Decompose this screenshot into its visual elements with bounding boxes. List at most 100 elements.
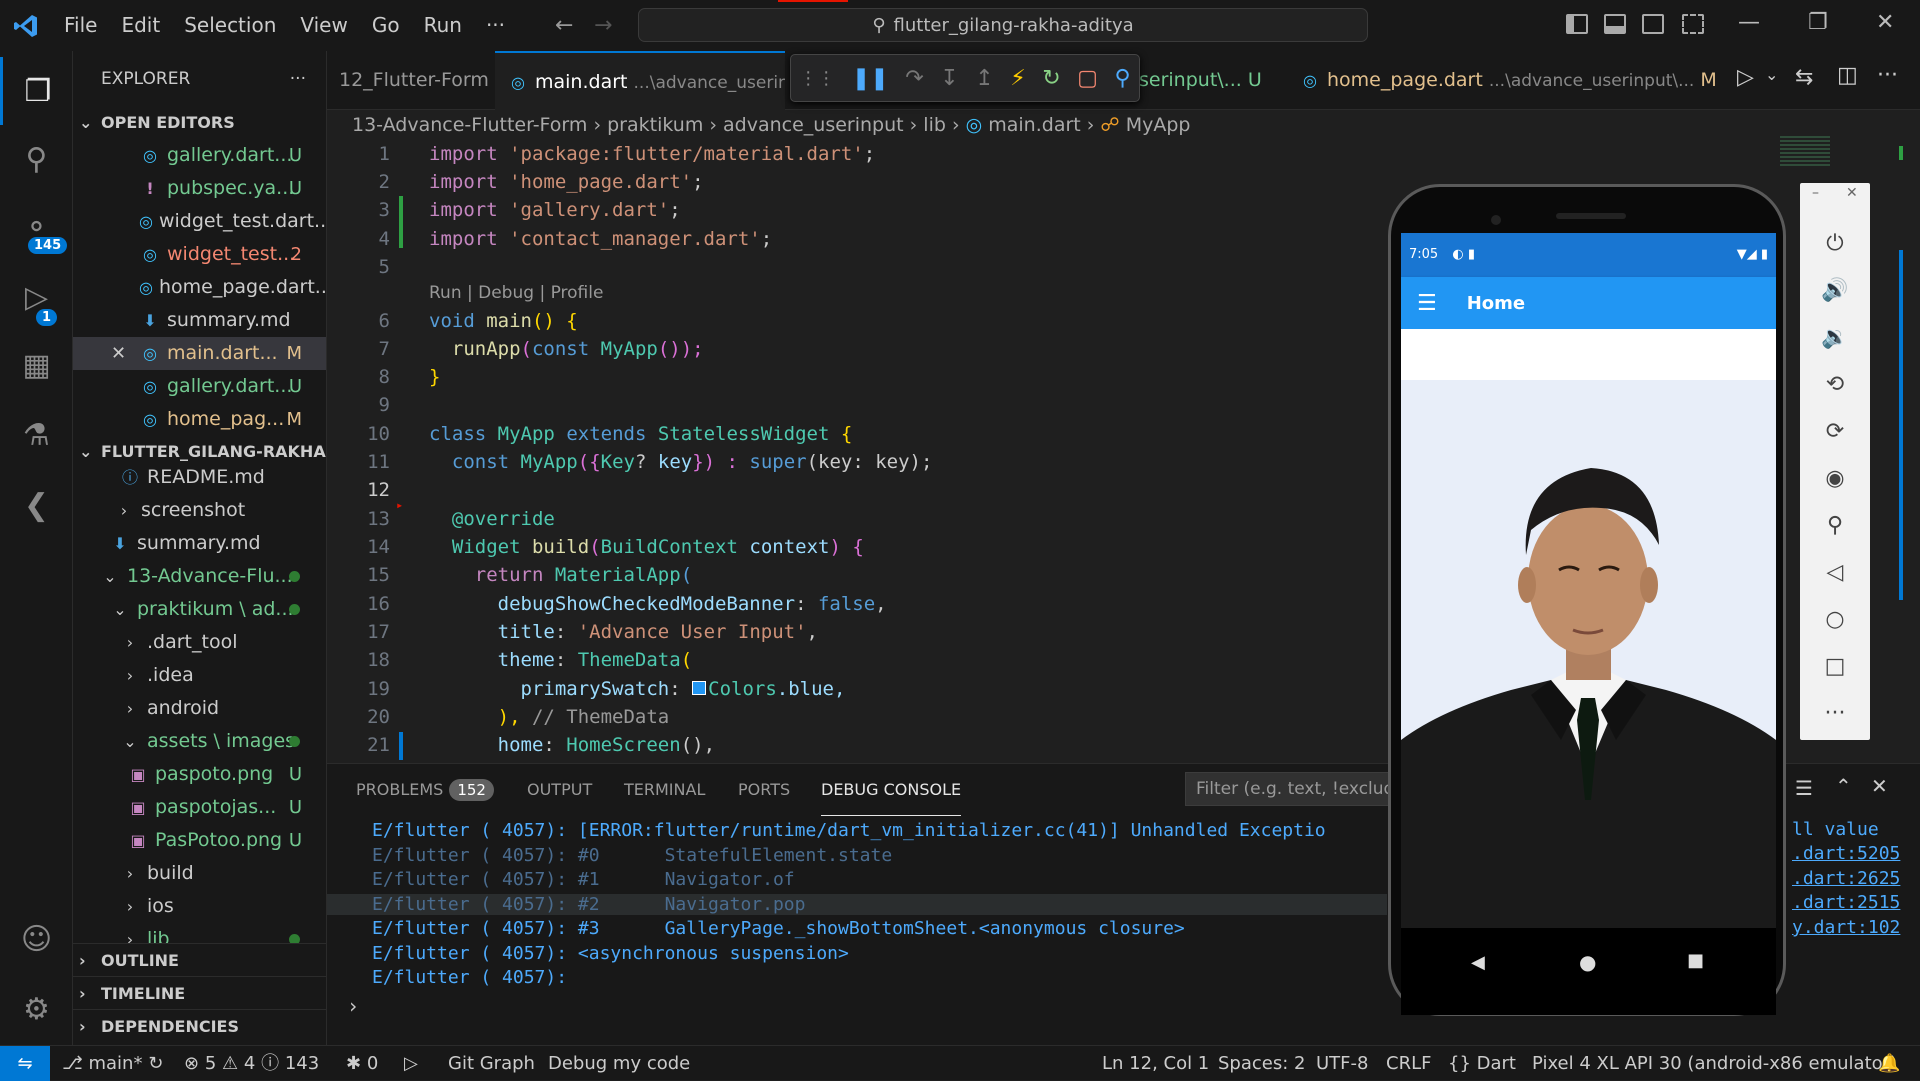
home-nav-icon[interactable]: ● xyxy=(1579,950,1596,974)
open-editor-item[interactable]: ! pubspec.ya... U xyxy=(73,172,326,205)
minimize-icon[interactable]: — xyxy=(1738,10,1760,35)
open-editor-item[interactable]: ◎ widget_test.dart... xyxy=(73,205,326,238)
breadcrumb-item[interactable]: 13-Advance-Flutter-Form xyxy=(352,114,587,136)
menu-file[interactable]: File xyxy=(52,0,109,51)
code-editor[interactable]: ▸ 1 2 3 4 5 6 7 8 9 10 11 12 13 14 15 16… xyxy=(327,140,1387,760)
word-wrap-icon[interactable]: ☰ xyxy=(1795,776,1813,800)
drag-handle-icon[interactable]: ⋮⋮ xyxy=(799,68,835,89)
rotate-right-icon[interactable]: ⟳ xyxy=(1800,419,1870,444)
minimap[interactable] xyxy=(1780,136,1830,166)
git-graph-button[interactable]: Git Graph xyxy=(448,1046,535,1081)
devtools-icon[interactable]: ⚲ xyxy=(1115,66,1131,91)
tree-item-folder[interactable]: › lib xyxy=(73,923,326,943)
restore-icon[interactable]: ❐ xyxy=(1808,10,1828,35)
more-icon[interactable]: ··· xyxy=(1800,701,1870,726)
run-icon[interactable]: ▷ xyxy=(1737,65,1754,90)
language-mode[interactable]: {} Dart xyxy=(1448,1046,1516,1081)
stop-icon[interactable]: ▢ xyxy=(1077,66,1098,91)
overview-icon[interactable]: □ xyxy=(1800,654,1870,679)
codelens-run-debug[interactable]: Run | Debug | Profile xyxy=(429,283,603,303)
tab-ports[interactable]: PORTS xyxy=(738,764,790,816)
extensions-icon[interactable]: ▦ xyxy=(0,331,73,399)
remote-indicator-icon[interactable]: ⇋ xyxy=(0,1046,50,1081)
menu-selection[interactable]: Selection xyxy=(172,0,288,51)
dependencies-section[interactable]: › DEPENDENCIES xyxy=(73,1009,326,1042)
tree-item-folder[interactable]: › android xyxy=(73,692,326,725)
tab-terminal[interactable]: TERMINAL xyxy=(624,764,705,816)
open-editor-item-active[interactable]: ✕ ◎ main.dart... M xyxy=(73,337,326,370)
console-link[interactable]: .dart:2625 xyxy=(1792,865,1920,889)
tree-item-file[interactable]: ⬇ summary.md xyxy=(73,527,326,560)
breadcrumb-item[interactable]: lib xyxy=(923,114,946,136)
menu-more[interactable]: ··· xyxy=(474,0,517,51)
debug-run-icon[interactable]: ▷ xyxy=(404,1046,418,1081)
chevron-down-icon[interactable]: ⌄ xyxy=(1765,65,1778,84)
debug-config-button[interactable]: Debug my code xyxy=(548,1046,690,1081)
power-icon[interactable]: ⏻ xyxy=(1800,231,1870,256)
tree-item-folder[interactable]: › .idea xyxy=(73,659,326,692)
tree-item-folder[interactable]: ⌄ praktikum \ ad... xyxy=(73,593,326,626)
open-editor-item[interactable]: ◎ home_page.dart... xyxy=(73,271,326,304)
recents-nav-icon[interactable]: ■ xyxy=(1687,950,1704,971)
tab-home-page-dart[interactable]: ◎ home_page.dart ...\advance_userinput\..… xyxy=(1287,51,1737,110)
settings-gear-icon[interactable]: ⚙ xyxy=(0,975,73,1043)
workspace-folder-section[interactable]: ⌄ FLUTTER_GILANG-RAKHA-... xyxy=(73,436,326,468)
menu-edit[interactable]: Edit xyxy=(109,0,172,51)
cursor-position[interactable]: Ln 12, Col 1 xyxy=(1102,1046,1209,1081)
console-link[interactable]: .dart:2515 xyxy=(1792,889,1920,914)
tree-item-folder[interactable]: › ios xyxy=(73,890,326,923)
tab-main-dart[interactable]: ◎ main.dart ...\advance_userinpu xyxy=(495,51,785,110)
toggle-panel-icon[interactable] xyxy=(1604,14,1626,34)
open-editor-item[interactable]: ⬇ summary.md xyxy=(73,304,326,337)
indentation[interactable]: Spaces: 2 xyxy=(1218,1046,1305,1081)
camera-icon[interactable]: ◉ xyxy=(1800,466,1870,491)
tree-item-folder[interactable]: ⌄ assets \ images xyxy=(73,725,326,758)
console-filter-input[interactable]: Filter (e.g. text, !exclude) xyxy=(1185,772,1405,806)
forward-arrow-icon[interactable]: → xyxy=(594,13,612,38)
back-icon[interactable]: ◁ xyxy=(1800,560,1870,585)
explorer-icon[interactable]: ❐ xyxy=(0,57,73,125)
more-actions-icon[interactable]: ··· xyxy=(290,51,306,107)
restart-icon[interactable]: ↻ xyxy=(1042,66,1060,91)
step-out-icon[interactable]: ↥ xyxy=(975,66,993,91)
color-swatch[interactable] xyxy=(692,681,707,695)
home-icon[interactable]: ○ xyxy=(1800,607,1870,632)
tree-item-folder[interactable]: › build xyxy=(73,857,326,890)
close-editor-icon[interactable]: ✕ xyxy=(111,337,139,370)
back-nav-icon[interactable]: ◀ xyxy=(1471,952,1485,973)
outline-section[interactable]: › OUTLINE xyxy=(73,943,326,976)
command-center-search[interactable]: ⚲ flutter_gilang-rakha-aditya xyxy=(638,8,1368,42)
breadcrumb-item[interactable]: praktikum xyxy=(607,114,703,136)
menu-go[interactable]: Go xyxy=(360,0,412,51)
tree-item-file[interactable]: ⓘ README.md xyxy=(73,468,326,494)
tab-problems[interactable]: PROBLEMS 152 xyxy=(356,764,494,816)
flutter-icon[interactable]: ❮ xyxy=(0,471,73,539)
close-icon[interactable]: ✕ xyxy=(1846,185,1858,201)
pause-icon[interactable]: ❚❚ xyxy=(852,66,889,91)
hot-reload-icon[interactable]: ⚡ xyxy=(1010,66,1025,91)
notifications-bell-icon[interactable]: 🔔 xyxy=(1878,1046,1900,1081)
open-editor-item[interactable]: ◎ widget_test... 2 xyxy=(73,238,326,271)
timeline-section[interactable]: › TIMELINE xyxy=(73,976,326,1009)
step-over-icon[interactable]: ↷ xyxy=(905,66,923,91)
customize-layout-icon[interactable] xyxy=(1682,14,1704,34)
compare-changes-icon[interactable]: ⇆ xyxy=(1795,65,1813,90)
minimize-icon[interactable]: – xyxy=(1812,185,1819,201)
more-actions-icon[interactable]: ··· xyxy=(1877,63,1898,88)
tab-debug-console[interactable]: DEBUG CONSOLE xyxy=(821,764,962,816)
menu-run[interactable]: Run xyxy=(412,0,474,51)
toggle-sidebar-icon[interactable] xyxy=(1566,14,1588,34)
tree-item-folder[interactable]: › .dart_tool xyxy=(73,626,326,659)
zoom-icon[interactable]: ⚲ xyxy=(1800,513,1870,538)
maximize-panel-icon[interactable]: ⌃ xyxy=(1835,774,1852,798)
open-editor-item[interactable]: ◎ gallery.dart... U xyxy=(73,370,326,403)
testing-icon[interactable]: ⚗ xyxy=(0,401,73,469)
breadcrumb-item[interactable]: advance_userinput xyxy=(723,114,904,136)
git-branch[interactable]: ⎇ main* ↻ xyxy=(62,1046,163,1081)
tree-item-file[interactable]: ▣ PasPotoo.png U xyxy=(73,824,326,857)
breadcrumb-item[interactable]: MyApp xyxy=(1126,114,1191,136)
tree-item-file[interactable]: ▣ paspotojas... U xyxy=(73,791,326,824)
open-editor-item[interactable]: ◎ home_pag... M xyxy=(73,403,326,436)
volume-up-icon[interactable]: 🔊 xyxy=(1800,278,1870,303)
tab-12-flutter-form[interactable]: 12_Flutter-Form xyxy=(327,51,495,110)
